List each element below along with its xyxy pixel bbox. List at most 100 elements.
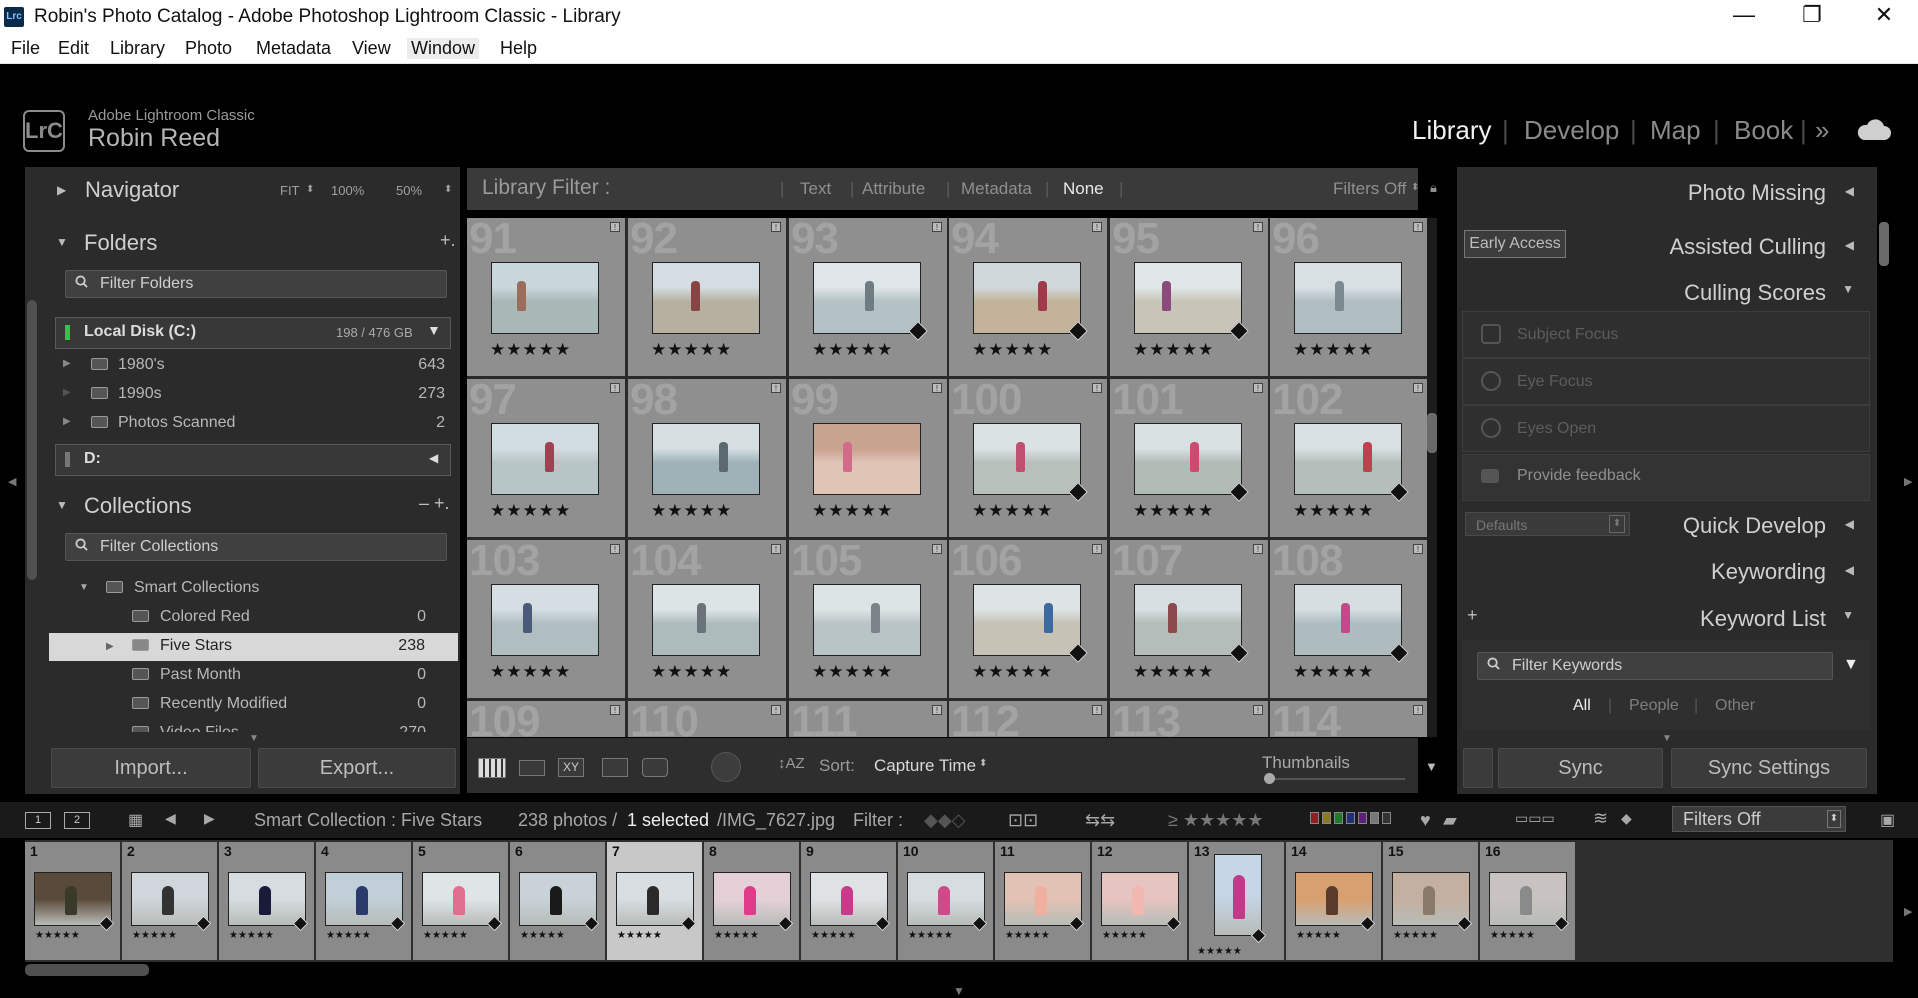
filmstrip-star-rating[interactable]: ★★★★★	[1296, 930, 1341, 941]
filter-metadata-tab[interactable]: Metadata	[961, 179, 1032, 199]
right-panel-toggle-icon[interactable]: ▶	[1904, 475, 1912, 488]
filmstrip-star-rating[interactable]: ★★★★★	[908, 930, 953, 941]
collection-row[interactable]: Colored Red 0	[60, 604, 445, 632]
filmstrip-cell[interactable]: 1 ★★★★★	[25, 842, 120, 960]
keyword-options-icon[interactable]: ▼	[1843, 656, 1859, 674]
filmstrip-cell[interactable]: 12 ★★★★★	[1092, 842, 1187, 960]
color-chip-yellow[interactable]	[1322, 812, 1331, 824]
photo-thumbnail[interactable]	[813, 423, 921, 495]
collection-row[interactable]: Recently Modified 0	[60, 691, 445, 719]
keyword-tab-all[interactable]: All	[1573, 697, 1591, 715]
expand-triangle-icon[interactable]: ▶	[63, 358, 71, 369]
filmstrip-thumbnail[interactable]	[131, 872, 209, 926]
filmstrip-thumbnail[interactable]	[810, 872, 888, 926]
export-button[interactable]: Export...	[258, 748, 456, 788]
forward-arrow-icon[interactable]: ▶	[204, 810, 215, 827]
star-rating[interactable]: ★★★★★	[651, 340, 732, 360]
maximize-button[interactable]: ❐	[1792, 2, 1832, 28]
culling-scores-header[interactable]: Culling Scores ▼	[1460, 274, 1866, 310]
filmstrip-cell[interactable]: 15 ★★★★★	[1383, 842, 1478, 960]
add-folder-icon[interactable]: +.	[440, 230, 456, 251]
grid-cell[interactable]: 107! ★★★★★	[1110, 536, 1268, 698]
minimize-button[interactable]: —	[1724, 2, 1764, 28]
filmstrip-star-rating[interactable]: ★★★★★	[811, 930, 856, 941]
star-rating[interactable]: ★★★★★	[972, 501, 1053, 521]
favorite-icon[interactable]: ♥	[1420, 810, 1431, 831]
photo-thumbnail[interactable]	[1294, 584, 1402, 656]
filter-folders-input[interactable]: Filter Folders	[65, 270, 447, 298]
provide-feedback-row[interactable]: Provide feedback	[1462, 454, 1870, 501]
primary-window-button[interactable]: 1	[25, 812, 51, 829]
filmstrip-cell[interactable]: 2 ★★★★★	[122, 842, 217, 960]
panel-scroll-down-icon[interactable]: ▼	[249, 733, 259, 744]
grid-cell[interactable]: 98! ★★★★★	[628, 375, 786, 537]
filmstrip-cell[interactable]: 3 ★★★★★	[219, 842, 314, 960]
grid-cell[interactable]: 97! ★★★★★	[467, 375, 625, 537]
sort-dropdown-icon[interactable]: ⬍	[979, 758, 987, 769]
expand-stack-icon[interactable]: ◆	[1621, 810, 1632, 827]
grid-cell[interactable]: 110!	[628, 697, 786, 737]
fit-dropdown-icon[interactable]: ⬍	[306, 184, 314, 195]
grid-cell[interactable]: 112!	[949, 697, 1107, 737]
cell-flag-icon[interactable]: !	[1092, 705, 1102, 715]
photo-thumbnail[interactable]	[491, 584, 599, 656]
filmstrip-cell[interactable]: 4 ★★★★★	[316, 842, 411, 960]
module-library[interactable]: Library	[1412, 115, 1491, 146]
collection-controls[interactable]: – +.	[419, 493, 450, 514]
photo-thumbnail[interactable]	[973, 262, 1081, 334]
filter-keywords-input[interactable]: Filter Keywords	[1477, 652, 1833, 680]
filmstrip-star-rating[interactable]: ★★★★★	[1490, 930, 1535, 941]
color-chip-green[interactable]	[1334, 812, 1343, 824]
menu-view[interactable]: View	[352, 38, 391, 59]
cloud-sync-icon[interactable]	[1856, 118, 1892, 142]
grid-cell[interactable]: 102! ★★★★★	[1270, 375, 1427, 537]
edit-filter-icons[interactable]: ⊡⊡	[1008, 810, 1038, 831]
filmstrip-cell[interactable]: 9 ★★★★★	[801, 842, 896, 960]
cell-flag-icon[interactable]: !	[1092, 383, 1102, 393]
star-rating[interactable]: ★★★★★	[972, 662, 1053, 682]
navigator-fit[interactable]: FIT	[280, 183, 300, 198]
zoom-dropdown-icon[interactable]: ⬍	[444, 184, 452, 195]
comment-icon[interactable]: ▰	[1443, 810, 1457, 831]
cell-flag-icon[interactable]: !	[1413, 544, 1423, 554]
module-develop[interactable]: Develop	[1524, 115, 1619, 146]
cell-flag-icon[interactable]: !	[932, 544, 942, 554]
cell-flag-icon[interactable]: !	[1092, 544, 1102, 554]
filmstrip-cell[interactable]: 11 ★★★★★	[995, 842, 1090, 960]
keywording-header[interactable]: Keywording ◀	[1460, 553, 1866, 589]
filmstrip-star-rating[interactable]: ★★★★★	[617, 930, 662, 941]
filter-dropdown-icon[interactable]: ⬍	[1411, 182, 1419, 193]
cell-flag-icon[interactable]: !	[1413, 222, 1423, 232]
filmstrip-thumbnail[interactable]	[1004, 872, 1082, 926]
menu-photo[interactable]: Photo	[185, 38, 232, 59]
collections-header[interactable]: ▼ Collections – +.	[48, 488, 458, 528]
grid-cell[interactable]: 92! ★★★★★	[628, 218, 786, 376]
grid-cell[interactable]: 100! ★★★★★	[949, 375, 1107, 537]
star-rating[interactable]: ★★★★★	[1133, 340, 1214, 360]
sort-az-icon[interactable]: ↕AZ	[778, 755, 805, 772]
filmstrip-cell[interactable]: 16 ★★★★★	[1480, 842, 1575, 960]
cell-flag-icon[interactable]: !	[1413, 383, 1423, 393]
rating-filter[interactable]: ≥ ★★★★★	[1168, 810, 1264, 831]
photo-thumbnail[interactable]	[813, 584, 921, 656]
add-keyword-icon[interactable]: +	[1467, 605, 1478, 626]
collection-row[interactable]: Past Month 0	[60, 662, 445, 690]
filmstrip-star-rating[interactable]: ★★★★★	[326, 930, 371, 941]
photo-thumbnail[interactable]	[652, 584, 760, 656]
menu-help[interactable]: Help	[500, 38, 537, 59]
star-rating[interactable]: ★★★★★	[972, 340, 1053, 360]
left-panel-toggle-icon[interactable]: ◀	[8, 475, 16, 488]
filmstrip-thumbnail[interactable]	[1101, 872, 1179, 926]
cell-flag-icon[interactable]: !	[610, 222, 620, 232]
photo-thumbnail[interactable]	[1294, 423, 1402, 495]
expand-triangle-icon[interactable]: ▶	[106, 641, 114, 652]
cell-flag-icon[interactable]: !	[771, 222, 781, 232]
filmstrip-cell[interactable]: 13 ★★★★★	[1189, 842, 1284, 960]
photo-thumbnail[interactable]	[652, 262, 760, 334]
filmstrip-thumbnail[interactable]	[519, 872, 597, 926]
sync-settings-button[interactable]: Sync Settings	[1671, 748, 1867, 788]
filmstrip-star-rating[interactable]: ★★★★★	[132, 930, 177, 941]
expand-triangle-icon[interactable]: ▶	[63, 387, 71, 398]
right-panel-scrollbar[interactable]	[1879, 222, 1889, 266]
filmstrip-thumbnail[interactable]	[616, 872, 694, 926]
